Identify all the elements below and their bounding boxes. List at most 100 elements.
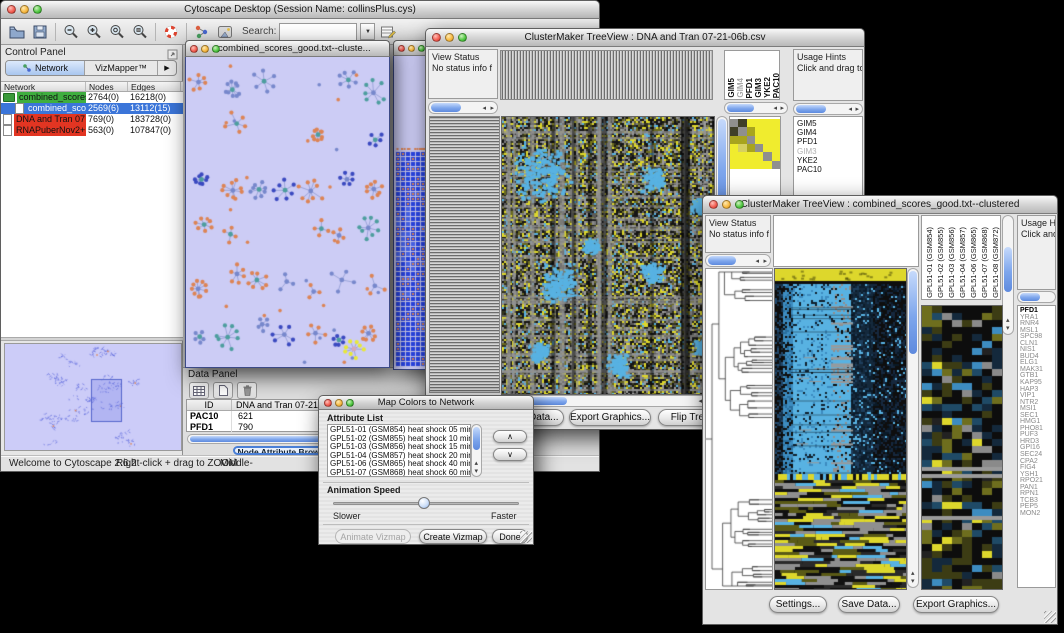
tv1-gene-label[interactable]: GIM3: [797, 147, 862, 156]
network-view-icon[interactable]: [192, 22, 212, 42]
treeview2-titlebar[interactable]: ClusterMaker TreeView : combined_scores_…: [702, 195, 1058, 214]
tv2-row-dendrogram-canvas[interactable]: [705, 268, 773, 590]
help-ring-icon[interactable]: [161, 22, 181, 42]
tv2-collabel-vscroll[interactable]: ▴▾: [1002, 215, 1014, 335]
matrix-cell: [755, 127, 763, 135]
close-icon[interactable]: [190, 45, 198, 53]
tv1-status-hscroll[interactable]: ◂▸: [428, 101, 498, 114]
tv1-gene-label[interactable]: GIM4: [797, 128, 862, 137]
network-frame1-titlebar[interactable]: combined_scores_good.txt--cluste...: [185, 40, 390, 57]
close-icon[interactable]: [398, 45, 405, 52]
snapshot-icon[interactable]: [215, 22, 235, 42]
tv1-column-labels[interactable]: GIM5GIM4PFD1GIM3YKE2PAC10: [724, 50, 780, 100]
attribute-list-vscroll[interactable]: ▴▾: [471, 424, 482, 477]
zoom-window-icon[interactable]: [33, 5, 42, 14]
tv1-zoom-matrix[interactable]: [730, 119, 780, 169]
move-up-button[interactable]: ∧: [493, 430, 527, 443]
tv1-usage-hscroll[interactable]: ◂▸: [793, 103, 863, 115]
zoom-window-icon[interactable]: [735, 200, 744, 209]
zoom-selected-icon[interactable]: [130, 22, 150, 42]
tv1-heatmap-canvas[interactable]: [501, 116, 715, 395]
zoom-window-icon[interactable]: [346, 399, 354, 407]
zoom-window-icon[interactable]: [458, 33, 467, 42]
zoom-window-icon[interactable]: [418, 45, 425, 52]
matrix-cell: [763, 144, 771, 152]
treeview1-titlebar[interactable]: ClusterMaker TreeView : DNA and Tran 07-…: [425, 28, 865, 47]
close-icon[interactable]: [324, 399, 332, 407]
zoom-in-icon[interactable]: [84, 22, 104, 42]
resize-grip[interactable]: [520, 531, 532, 543]
minimize-icon[interactable]: [20, 5, 29, 14]
matrix-cell: [755, 119, 763, 127]
tv2-column-labels[interactable]: GPL51-01 (GSM854)GPL51-02 (GSM855)GPL51-…: [921, 215, 1001, 300]
zoom-fit-icon[interactable]: [107, 22, 127, 42]
matrix-cell: [747, 152, 755, 160]
network-row[interactable]: RNAPuberNov2+563(0)107847(0): [1, 125, 183, 136]
tv1-column-dendrogram[interactable]: [500, 50, 713, 100]
close-icon[interactable]: [709, 200, 718, 209]
delete-attribute-icon[interactable]: [237, 382, 257, 399]
resize-grip[interactable]: [1044, 611, 1056, 623]
network-row[interactable]: combined_sco2569(6)13112(15): [1, 103, 183, 114]
tab-overflow-arrow[interactable]: ▶: [158, 61, 176, 75]
minimize-icon[interactable]: [722, 200, 731, 209]
minimize-icon[interactable]: [201, 45, 209, 53]
attribute-list[interactable]: GPL51-01 (GSM854) heat shock 05 minGPL51…: [327, 424, 471, 477]
move-down-button[interactable]: ∨: [493, 448, 527, 461]
tv2-zoom-heatmap-canvas[interactable]: [921, 305, 1003, 590]
tv2-column-label: GPL51-03 (GSM856): [946, 227, 957, 298]
minimize-icon[interactable]: [408, 45, 415, 52]
main-titlebar[interactable]: Cytoscape Desktop (Session Name: collins…: [0, 0, 600, 19]
tv1-gene-label[interactable]: PFD1: [797, 137, 862, 146]
tv1-row-dendrogram[interactable]: [429, 116, 500, 393]
zoom-window-icon[interactable]: [212, 45, 220, 53]
window-controls: [7, 5, 42, 14]
search-input[interactable]: [279, 23, 357, 41]
matrix-cell: [755, 161, 763, 169]
tv2-gene-label[interactable]: MON2: [1020, 511, 1055, 518]
tv2-status-hscroll[interactable]: ◂▸: [705, 254, 771, 267]
minimize-icon[interactable]: [335, 399, 343, 407]
tv2-save-data-button[interactable]: Save Data...: [838, 596, 900, 613]
save-icon[interactable]: [30, 22, 50, 42]
new-attribute-icon[interactable]: [213, 382, 233, 399]
search-dropdown-button[interactable]: ▼: [360, 23, 375, 40]
attribute-list-item[interactable]: GPL51-07 (GSM868) heat shock 60 min: [330, 469, 468, 477]
tv1-export-graphics-button[interactable]: Export Graphics...: [569, 409, 651, 426]
zoom-out-icon[interactable]: [61, 22, 81, 42]
tab-vizmapper[interactable]: VizMapper™: [85, 61, 158, 75]
close-icon[interactable]: [7, 5, 16, 14]
tv1-gene-label[interactable]: PAC10: [797, 165, 862, 174]
tv2-column-dendrogram[interactable]: [773, 215, 919, 267]
birdseye-view-canvas[interactable]: [4, 343, 182, 451]
tab-network[interactable]: Network: [6, 61, 85, 75]
tv2-gene-labels[interactable]: PFD1YRA1RNR4MSL1SPC98CLN1NIS1BUD4ELG1MAK…: [1017, 305, 1056, 588]
matrix-cell: [747, 119, 755, 127]
network-row[interactable]: DNA and Tran 07769(0)183728(0): [1, 114, 183, 125]
tv2-settings-button[interactable]: Settings...: [769, 596, 827, 613]
table-edit-icon[interactable]: [378, 22, 398, 42]
network-view1-canvas[interactable]: [186, 57, 389, 367]
network-frame-1: combined_scores_good.txt--cluste...: [185, 40, 390, 368]
network-row[interactable]: combined_scores2764(0)16218(0): [1, 92, 183, 103]
tv1-collabel-hscroll[interactable]: ◂▸: [724, 102, 788, 114]
speed-slider-thumb[interactable]: [418, 497, 430, 509]
matrix-cell: [755, 152, 763, 160]
dialog-title: Map Colors to Network: [339, 397, 513, 408]
doc-icon: [15, 103, 24, 114]
network-table-header[interactable]: Network Nodes Edges: [1, 81, 183, 92]
minimize-icon[interactable]: [445, 33, 454, 42]
dialog-titlebar[interactable]: Map Colors to Network: [318, 395, 534, 410]
tv1-gene-label[interactable]: YKE2: [797, 156, 862, 165]
tv2-vscroll[interactable]: ▴▾: [907, 268, 919, 588]
create-vizmap-button[interactable]: Create Vizmap: [419, 529, 487, 544]
panel-divider[interactable]: [1, 337, 183, 341]
open-folder-icon[interactable]: [7, 22, 27, 42]
select-attributes-icon[interactable]: [189, 382, 209, 399]
tv1-gene-label[interactable]: GIM5: [797, 119, 862, 128]
tv2-usage-hscroll[interactable]: [1017, 291, 1056, 303]
tv2-global-heatmap-canvas[interactable]: [774, 268, 907, 590]
tv2-export-graphics-button[interactable]: Export Graphics...: [913, 596, 999, 613]
close-icon[interactable]: [432, 33, 441, 42]
animate-vizmap-button[interactable]: Animate Vizmap: [335, 529, 411, 544]
